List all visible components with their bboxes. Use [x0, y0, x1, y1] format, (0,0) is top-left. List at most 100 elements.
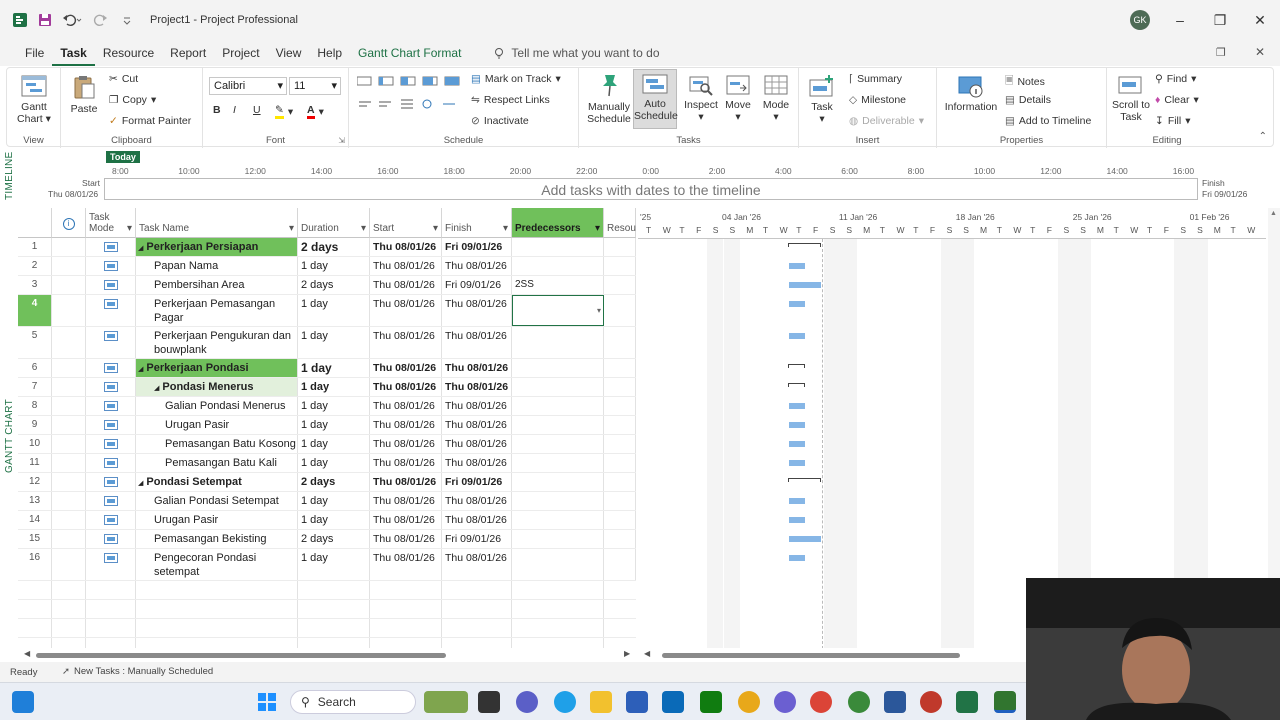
table-row[interactable]: 2 Papan Nama 1 day Thu 08/01/26 Thu 08/01/26	[18, 257, 636, 276]
row-task-name[interactable]: Pengecoran Pondasi setempat	[136, 549, 298, 580]
row-task-mode[interactable]	[86, 295, 136, 326]
respect-links-button[interactable]: ⇋ Respect Links	[471, 94, 550, 106]
row-finish[interactable]: Thu 08/01/26	[442, 511, 512, 529]
row-task-name[interactable]: Perkerjaan Pengukuran dan bouwplank	[136, 327, 298, 358]
row-task-mode[interactable]	[86, 257, 136, 275]
format-painter-button[interactable]: ✓ Format Painter	[109, 115, 191, 127]
insert-task-button[interactable]: Task ▾	[805, 74, 839, 125]
row-duration[interactable]: 1 day	[298, 295, 370, 326]
row-start[interactable]: Thu 08/01/26	[370, 276, 442, 294]
store-icon[interactable]	[662, 691, 684, 713]
task-bar[interactable]	[789, 517, 805, 523]
close-document-icon[interactable]: ✕	[1255, 45, 1265, 59]
row-id[interactable]: 3	[18, 276, 52, 294]
task-grid[interactable]: i Task Mode ▾ Task Name ▾ Duration ▾ Start ▾…	[18, 208, 636, 648]
row-start[interactable]: Thu 08/01/26	[370, 473, 442, 491]
row-task-mode[interactable]	[86, 276, 136, 294]
task-bar[interactable]	[789, 441, 805, 447]
chat-icon[interactable]	[516, 691, 538, 713]
row-task-name[interactable]: Pemasangan Bekisting	[136, 530, 298, 548]
row-task-mode[interactable]	[86, 359, 136, 377]
taskbar-search[interactable]: ⚲ Search	[290, 690, 416, 714]
row-id[interactable]: 7	[18, 378, 52, 396]
row-predecessors[interactable]	[512, 327, 604, 358]
row-id[interactable]: 10	[18, 435, 52, 453]
excel-icon[interactable]	[956, 691, 978, 713]
project-taskbar-icon[interactable]	[994, 691, 1016, 713]
row-finish[interactable]: Thu 08/01/26	[442, 295, 512, 326]
header-duration[interactable]: Duration ▾	[298, 208, 370, 238]
row-predecessors[interactable]	[512, 511, 604, 529]
row-finish[interactable]: Thu 08/01/26	[442, 257, 512, 275]
row-predecessors[interactable]	[512, 492, 604, 510]
row-task-mode[interactable]	[86, 492, 136, 510]
insert-summary-button[interactable]: ⌈ Summary	[849, 73, 902, 85]
chrome-icon[interactable]	[810, 691, 832, 713]
task-bar[interactable]	[789, 301, 805, 307]
row-finish[interactable]: Fri 09/01/26	[442, 473, 512, 491]
table-row[interactable]: 4 Perkerjaan Pemasangan Pagar 1 day Thu 08/…	[18, 295, 636, 327]
italic-button[interactable]: I	[233, 104, 236, 116]
row-predecessors[interactable]	[512, 238, 604, 256]
row-predecessors[interactable]	[512, 454, 604, 472]
information-button[interactable]: Information	[943, 74, 999, 113]
row-resource[interactable]	[604, 530, 636, 548]
header-predecessors[interactable]: Predecessors ▾	[512, 208, 604, 238]
insert-milestone-button[interactable]: ◇ Milestone	[849, 94, 906, 106]
row-finish[interactable]: Thu 08/01/26	[442, 454, 512, 472]
discord-icon[interactable]	[774, 691, 796, 713]
summary-bar[interactable]	[788, 383, 805, 387]
row-resource[interactable]	[604, 397, 636, 415]
table-row[interactable]: 14 Urugan Pasir 1 day Thu 08/01/26 Thu 08/01…	[18, 511, 636, 530]
tab-gantt-chart-format[interactable]: Gantt Chart Format	[350, 40, 469, 66]
summary-bar[interactable]	[788, 478, 822, 482]
row-predecessors[interactable]	[512, 378, 604, 396]
row-resource[interactable]	[604, 435, 636, 453]
add-to-timeline-button[interactable]: ▤ Add to Timeline	[1005, 115, 1091, 127]
timeline-bar[interactable]: Add tasks with dates to the timeline	[104, 178, 1198, 200]
row-duration[interactable]: 1 day	[298, 511, 370, 529]
summary-bar[interactable]	[788, 364, 805, 368]
row-resource[interactable]	[604, 378, 636, 396]
row-predecessors[interactable]	[512, 549, 604, 580]
empty-row[interactable]	[18, 619, 636, 638]
minimize-button[interactable]: –	[1160, 12, 1200, 28]
row-resource[interactable]	[604, 511, 636, 529]
timeline[interactable]: Today Start Thu 08/01/26 8:00 10:00 12:00 1…	[18, 148, 1280, 206]
customize-qat-icon[interactable]	[122, 15, 132, 25]
empty-row[interactable]	[18, 600, 636, 619]
header-task-name[interactable]: Task Name ▾	[136, 208, 298, 238]
tab-project[interactable]: Project	[214, 40, 267, 66]
redo-icon[interactable]	[92, 13, 112, 27]
row-task-name[interactable]: Perkerjaan Pemasangan Pagar	[136, 295, 298, 326]
inspect-button[interactable]: Inspect ▾	[683, 74, 719, 123]
table-row[interactable]: 3 Pembersihan Area 2 days Thu 08/01/26 Fri 0…	[18, 276, 636, 295]
table-row[interactable]: 10 Pemasangan Batu Kosong 1 day Thu 08/01/2…	[18, 435, 636, 454]
row-finish[interactable]: Thu 08/01/26	[442, 327, 512, 358]
row-id[interactable]: 5	[18, 327, 52, 358]
row-finish[interactable]: Thu 08/01/26	[442, 397, 512, 415]
font-size-select[interactable]: 11 ▾	[289, 77, 341, 95]
save-icon[interactable]	[38, 13, 52, 27]
row-duration[interactable]: 2 days	[298, 238, 370, 256]
grid-horizontal-scrollbar[interactable]: ◀ ▶	[22, 649, 634, 660]
header-task-mode[interactable]: Task Mode ▾	[86, 208, 136, 238]
row-task-mode[interactable]	[86, 454, 136, 472]
row-start[interactable]: Thu 08/01/26	[370, 549, 442, 580]
highlight-color-button[interactable]: ✎ ▾	[275, 104, 293, 119]
row-finish[interactable]: Fri 09/01/26	[442, 276, 512, 294]
row-resource[interactable]	[604, 276, 636, 294]
row-id[interactable]: 16	[18, 549, 52, 580]
table-row[interactable]: 6 ◢ Perkerjaan Pondasi 1 day Thu 08/01/26 Thu…	[18, 359, 636, 378]
row-duration[interactable]: 1 day	[298, 549, 370, 580]
row-task-mode[interactable]	[86, 435, 136, 453]
row-start[interactable]: Thu 08/01/26	[370, 416, 442, 434]
notes-button[interactable]: 🗏 Notes	[1005, 73, 1045, 91]
row-task-mode[interactable]	[86, 378, 136, 396]
tab-resource[interactable]: Resource	[95, 40, 162, 66]
task-bar[interactable]	[789, 536, 822, 542]
row-duration[interactable]: 1 day	[298, 327, 370, 358]
font-color-button[interactable]: A ▾	[307, 104, 324, 119]
avatar[interactable]: GK	[1130, 10, 1150, 30]
row-resource[interactable]	[604, 454, 636, 472]
